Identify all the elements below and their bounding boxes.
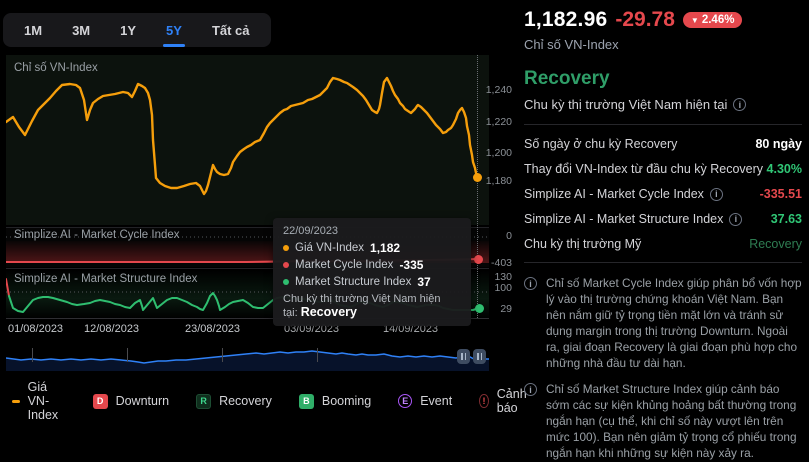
last-value-marker	[473, 173, 482, 182]
navigator-tick	[32, 348, 33, 362]
tooltip-footer: Chu kỳ thị trường Việt Nam hiện tại:Reco…	[283, 293, 461, 319]
chart-legend: Giá VN-Index D Downturn R Recovery B Booming EE…	[12, 380, 531, 422]
footnote-text: Chỉ số Market Cycle Index giúp phân bổ v…	[546, 275, 802, 371]
stat-label: Simplize AI - Market Structure Index i	[524, 212, 742, 226]
legend-item-downturn[interactable]: D Downturn	[93, 394, 170, 409]
info-icon: i	[524, 383, 537, 396]
info-icon[interactable]: i	[733, 98, 746, 111]
stat-label-text: Chu kỳ thị trường Mỹ	[524, 237, 641, 251]
legend-item-booming[interactable]: B Booming	[299, 394, 371, 409]
footnote-text: Chỉ số Market Structure Index giúp cảnh …	[546, 381, 802, 461]
legend-label: Giá VN-Index	[28, 380, 66, 422]
market-phase-subtitle: Chu kỳ thị trường Việt Nam hiện tại i	[524, 97, 802, 112]
navigator-tick	[317, 348, 318, 362]
stat-row: Chu kỳ thị trường Mỹ Recovery	[524, 237, 802, 251]
stat-label-text: Simplize AI - Market Structure Index	[524, 212, 723, 226]
series-dot-icon	[283, 262, 289, 268]
divider	[524, 124, 802, 125]
triangle-down-icon: ▼	[691, 16, 699, 25]
vnindex-chart-panel[interactable]: Chỉ số VN-Index	[6, 55, 489, 225]
stat-label: Thay đổi VN-Index từ đầu chu kỳ Recovery	[524, 162, 763, 176]
tooltip-footer-value: Recovery	[301, 305, 357, 319]
change-percent-value: 2.46%	[702, 14, 735, 26]
price-row: 1,182.96 -29.78 ▼2.46%	[524, 8, 802, 32]
x-axis-tick-label: 01/08/2023	[8, 323, 63, 335]
legend-item-event[interactable]: E Event	[398, 394, 452, 408]
footnote: i Chỉ số Market Structure Index giúp cảnh…	[524, 381, 802, 461]
info-icon[interactable]: i	[729, 213, 742, 226]
info-icon[interactable]: i	[710, 188, 723, 201]
tooltip-row: Market Structure Index 37	[283, 275, 461, 289]
stat-label-text: Simplize AI - Market Cycle Index	[524, 187, 704, 201]
booming-badge-icon: B	[299, 394, 314, 409]
range-navigator[interactable]	[6, 345, 489, 371]
navigator-tick	[222, 348, 223, 362]
event-circle-icon: E	[398, 394, 412, 408]
tooltip-row-value: 1,182	[370, 241, 400, 255]
x-axis-tick-label: 23/08/2023	[185, 323, 240, 335]
series-dot-icon	[283, 279, 289, 285]
stat-label: Chu kỳ thị trường Mỹ	[524, 237, 641, 251]
market-cycle-dashboard: 1M3M1Y5YTất cả Chỉ số VN-Index Simplize …	[0, 0, 809, 462]
legend-item-recovery[interactable]: R Recovery	[196, 394, 272, 409]
series-dot-icon	[283, 245, 289, 251]
change-percent-badge: ▼2.46%	[683, 12, 743, 28]
line-swatch-icon	[12, 400, 20, 403]
market-phase-title: Recovery	[524, 68, 802, 90]
stat-label-text: Thay đổi VN-Index từ đầu chu kỳ Recovery	[524, 162, 763, 176]
navigator-right-handle[interactable]	[473, 349, 486, 364]
stat-value: 80 ngày	[755, 137, 802, 151]
vnindex-panel-title: Chỉ số VN-Index	[14, 62, 98, 74]
stat-value: Recovery	[749, 237, 802, 251]
chart-tooltip: 22/09/2023 Giá VN-Index 1,182 Market Cycle…	[273, 218, 471, 326]
tooltip-row-label: Market Cycle Index	[295, 259, 393, 271]
tooltip-row: Market Cycle Index -335	[283, 258, 461, 272]
info-icon: i	[524, 277, 537, 290]
stat-value: 37.63	[771, 212, 802, 226]
crosshair-line	[477, 55, 478, 318]
stat-row: Thay đổi VN-Index từ đầu chu kỳ Recovery…	[524, 162, 802, 176]
index-price: 1,182.96	[524, 8, 607, 32]
index-name-label: Chỉ số VN-Index	[524, 37, 802, 52]
market-phase-subtitle-text: Chu kỳ thị trường Việt Nam hiện tại	[524, 97, 727, 112]
sidebar-stats-panel: 1,182.96 -29.78 ▼2.46% Chỉ số VN-Index R…	[524, 0, 802, 462]
navigator-left-handle[interactable]	[457, 349, 470, 364]
stat-label-text: Số ngày ở chu kỳ Recovery	[524, 137, 677, 151]
chart-area: Chỉ số VN-Index Simplize AI - Market Cyc…	[0, 0, 516, 462]
stat-value: 4.30%	[767, 162, 802, 176]
structure-panel-title: Simplize AI - Market Structure Index	[14, 273, 197, 285]
last-value-marker	[474, 255, 483, 264]
legend-label: Booming	[322, 394, 371, 408]
tooltip-row-value: -335	[399, 258, 423, 272]
stat-label: Simplize AI - Market Cycle Index i	[524, 187, 723, 201]
tooltip-row-label: Giá VN-Index	[295, 242, 364, 254]
cycle-panel-title: Simplize AI - Market Cycle Index	[14, 229, 180, 241]
stat-row: Số ngày ở chu kỳ Recovery 80 ngày	[524, 137, 802, 151]
stat-row: Simplize AI - Market Cycle Index i -335.51	[524, 187, 802, 201]
legend-item-giá-vn-index[interactable]: Giá VN-Index	[12, 380, 66, 422]
downturn-badge-icon: D	[93, 394, 108, 409]
stat-row: Simplize AI - Market Structure Index i 37.…	[524, 212, 802, 226]
footnote: i Chỉ số Market Cycle Index giúp phân bổ …	[524, 275, 802, 371]
stat-value: -335.51	[760, 187, 802, 201]
last-value-marker	[475, 304, 484, 313]
tooltip-date: 22/09/2023	[283, 225, 461, 237]
legend-label: Downturn	[116, 394, 170, 408]
legend-label: Event	[420, 394, 452, 408]
index-change: -29.78	[615, 8, 675, 32]
stat-label: Số ngày ở chu kỳ Recovery	[524, 137, 677, 151]
warning-circle-icon: !	[479, 394, 489, 408]
x-axis-tick-label: 12/08/2023	[84, 323, 139, 335]
divider	[524, 262, 802, 263]
navigator-tick	[127, 348, 128, 362]
recovery-badge-icon: R	[196, 394, 211, 409]
legend-label: Recovery	[219, 394, 272, 408]
tooltip-row-label: Market Structure Index	[295, 276, 411, 288]
tooltip-row-value: 37	[417, 275, 430, 289]
tooltip-row: Giá VN-Index 1,182	[283, 241, 461, 255]
